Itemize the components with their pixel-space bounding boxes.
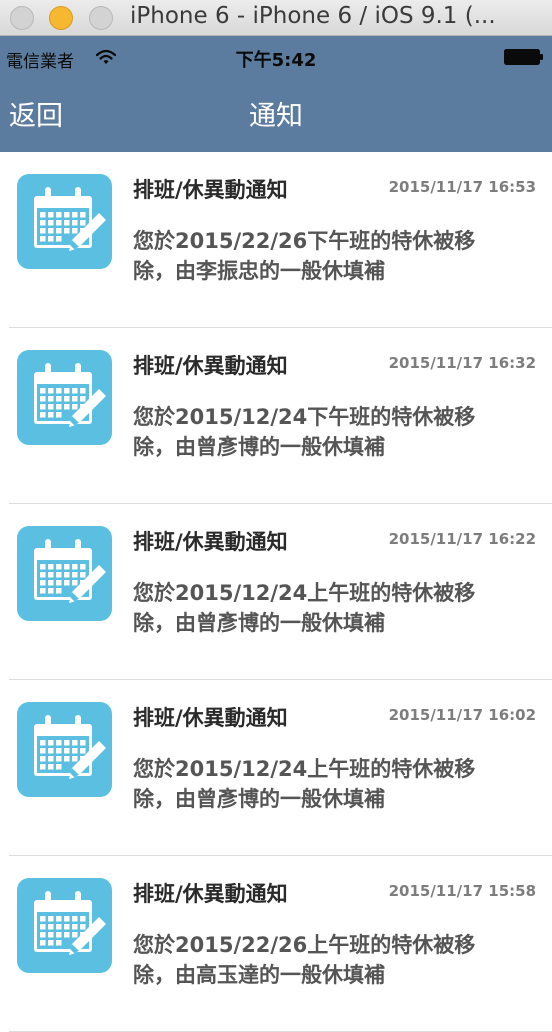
window-titlebar: iPhone 6 - iPhone 6 / iOS 9.1 (... <box>0 0 552 36</box>
notification-item[interactable]: 排班/休異動通知 2015/11/17 15:58 您於2015/22/26上午… <box>0 856 552 1032</box>
notification-message: 您於2015/22/26上午班的特休被移 除，由高玉達的一般休填補 <box>133 933 476 987</box>
notification-title: 排班/休異動通知 <box>133 178 288 202</box>
notification-time: 2015/11/17 16:32 <box>388 354 536 372</box>
notification-item[interactable]: 排班/休異動通知 2015/11/17 16:32 您於2015/12/24下午… <box>0 328 552 504</box>
page-title: 通知 <box>249 101 303 132</box>
status-time: 下午5:42 <box>235 50 317 71</box>
notification-title: 排班/休異動通知 <box>133 530 288 554</box>
notification-item[interactable]: 排班/休異動通知 2015/11/17 16:22 您於2015/12/24上午… <box>0 504 552 680</box>
notification-item[interactable]: 排班/休異動通知 2015/11/17 16:02 您於2015/12/24上午… <box>0 680 552 856</box>
calendar-edit-icon <box>17 526 112 621</box>
calendar-edit-icon <box>17 350 112 445</box>
battery-icon <box>504 49 544 65</box>
zoom-window-button[interactable] <box>89 6 113 30</box>
notification-time: 2015/11/17 16:02 <box>388 706 536 724</box>
notification-title: 排班/休異動通知 <box>133 882 288 906</box>
notification-message: 您於2015/12/24上午班的特休被移 除，由曾彥博的一般休填補 <box>133 581 476 635</box>
notification-message: 您於2015/22/26下午班的特休被移 除，由李振忠的一般休填補 <box>133 229 476 283</box>
notification-title: 排班/休異動通知 <box>133 354 288 378</box>
window-title: iPhone 6 - iPhone 6 / iOS 9.1 (... <box>130 3 496 29</box>
notification-time: 2015/11/17 16:22 <box>388 530 536 548</box>
calendar-edit-icon <box>17 702 112 797</box>
notification-time: 2015/11/17 16:53 <box>388 178 536 196</box>
notification-time: 2015/11/17 15:58 <box>388 882 536 900</box>
notification-item[interactable]: 排班/休異動通知 2015/11/17 16:53 您於2015/22/26下午… <box>0 152 552 328</box>
calendar-edit-icon <box>17 174 112 269</box>
notification-title: 排班/休異動通知 <box>133 706 288 730</box>
simulator-window: iPhone 6 - iPhone 6 / iOS 9.1 (... 電信業者 … <box>0 0 552 1032</box>
notification-list: 排班/休異動通知 2015/11/17 16:53 您於2015/22/26下午… <box>0 152 552 1032</box>
notification-message: 您於2015/12/24下午班的特休被移 除，由曾彥博的一般休填補 <box>133 405 476 459</box>
notification-message: 您於2015/12/24上午班的特休被移 除，由曾彥博的一般休填補 <box>133 757 476 811</box>
close-window-button[interactable] <box>10 6 34 30</box>
minimize-window-button[interactable] <box>49 6 73 30</box>
app-header: 電信業者 下午5:42 返回 通知 <box>0 36 552 152</box>
calendar-edit-icon <box>17 878 112 973</box>
